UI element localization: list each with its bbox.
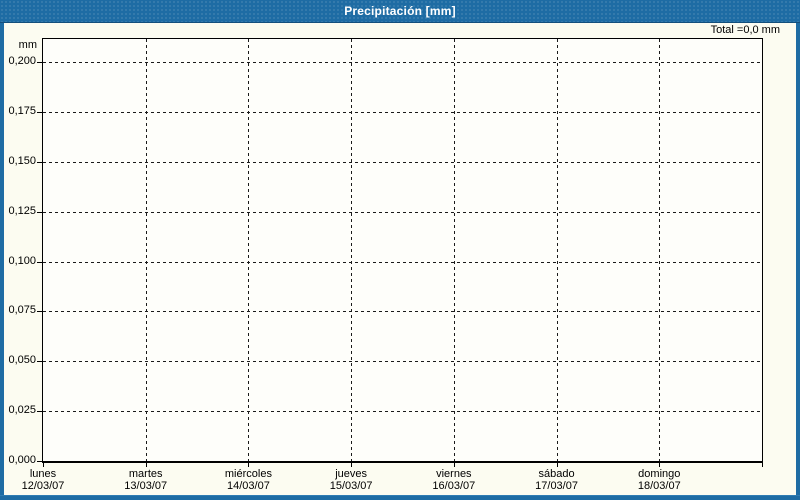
x-axis-tick	[248, 463, 250, 467]
y-axis-tick	[37, 411, 42, 413]
x-axis-tick	[453, 463, 455, 467]
y-gridline	[43, 161, 762, 163]
y-axis-tick	[37, 261, 42, 263]
y-gridline	[43, 261, 762, 263]
x-axis-tick	[556, 463, 558, 467]
y-gridline	[43, 411, 762, 413]
day-date-label: 16/03/07	[432, 479, 476, 492]
y-axis-label: 0,000	[8, 454, 36, 466]
x-gridline	[659, 39, 661, 461]
y-axis-unit-label: mm	[18, 39, 37, 51]
y-gridline	[43, 361, 762, 363]
day-name-label: martes	[128, 468, 163, 480]
x-gridline	[453, 39, 455, 461]
y-axis-label: 0,125	[8, 204, 36, 217]
chart-title-bar: Precipitación [mm]	[0, 0, 800, 23]
y-axis-tick	[37, 461, 42, 462]
x-axis-label: domingo 18/03/07	[637, 468, 681, 492]
x-axis-label: jueves 15/03/07	[329, 468, 373, 492]
x-gridline	[145, 39, 147, 461]
x-axis-label: miércoles 14/03/07	[224, 468, 272, 492]
x-axis-tick	[145, 463, 147, 467]
y-axis-label: 0,075	[8, 304, 36, 317]
day-date-label: 12/03/07	[21, 479, 65, 492]
day-name-label: jueves	[335, 468, 368, 480]
precipitation-chart-window: Precipitación [mm] Total =0,0 mm mm 0,00…	[0, 0, 800, 500]
x-gridline	[248, 39, 250, 461]
chart-title: Precipitación [mm]	[344, 4, 456, 18]
y-axis-tick	[37, 62, 42, 63]
y-axis-tick	[37, 211, 42, 213]
y-axis-label: 0,100	[8, 254, 36, 267]
x-axis-tick	[351, 463, 353, 467]
y-axis-label: 0,050	[8, 354, 36, 367]
y-axis-tick	[37, 361, 42, 363]
plot-area	[42, 38, 763, 463]
y-axis-tick	[37, 311, 42, 313]
y-axis-tick	[37, 161, 42, 163]
x-axis-tick	[43, 463, 44, 467]
window-border-bottom	[0, 495, 800, 500]
day-date-label: 17/03/07	[535, 479, 578, 492]
day-name-label: sábado	[538, 468, 575, 480]
y-axis-label: 0,200	[8, 55, 36, 67]
day-date-label: 18/03/07	[637, 479, 681, 492]
x-gridline	[351, 39, 353, 461]
day-name-label: miércoles	[224, 468, 272, 480]
y-axis-label: 0,150	[8, 154, 36, 167]
x-axis-tick	[659, 463, 661, 467]
x-axis-label: lunes 12/03/07	[21, 468, 65, 492]
x-axis-label: viernes 16/03/07	[432, 468, 476, 492]
day-name-label: domingo	[638, 468, 681, 480]
day-date-label: 15/03/07	[329, 479, 373, 492]
day-name-label: viernes	[436, 468, 472, 480]
day-name-label: lunes	[29, 468, 57, 480]
y-gridline	[43, 211, 762, 213]
y-axis-label: 0,025	[8, 404, 36, 417]
day-date-label: 13/03/07	[124, 479, 168, 492]
x-axis-label: sábado 17/03/07	[535, 468, 578, 492]
y-gridline	[43, 62, 762, 63]
y-axis-tick	[37, 111, 42, 113]
y-gridline	[43, 111, 762, 113]
x-gridline	[556, 39, 558, 461]
y-axis-label: 0,175	[8, 104, 36, 117]
window-border-right	[796, 23, 800, 500]
total-precipitation-label: Total =0,0 mm	[710, 24, 780, 36]
y-gridline	[43, 311, 762, 313]
x-axis-tick	[762, 463, 763, 467]
day-date-label: 14/03/07	[227, 479, 270, 492]
x-axis-label: martes 13/03/07	[124, 468, 168, 492]
